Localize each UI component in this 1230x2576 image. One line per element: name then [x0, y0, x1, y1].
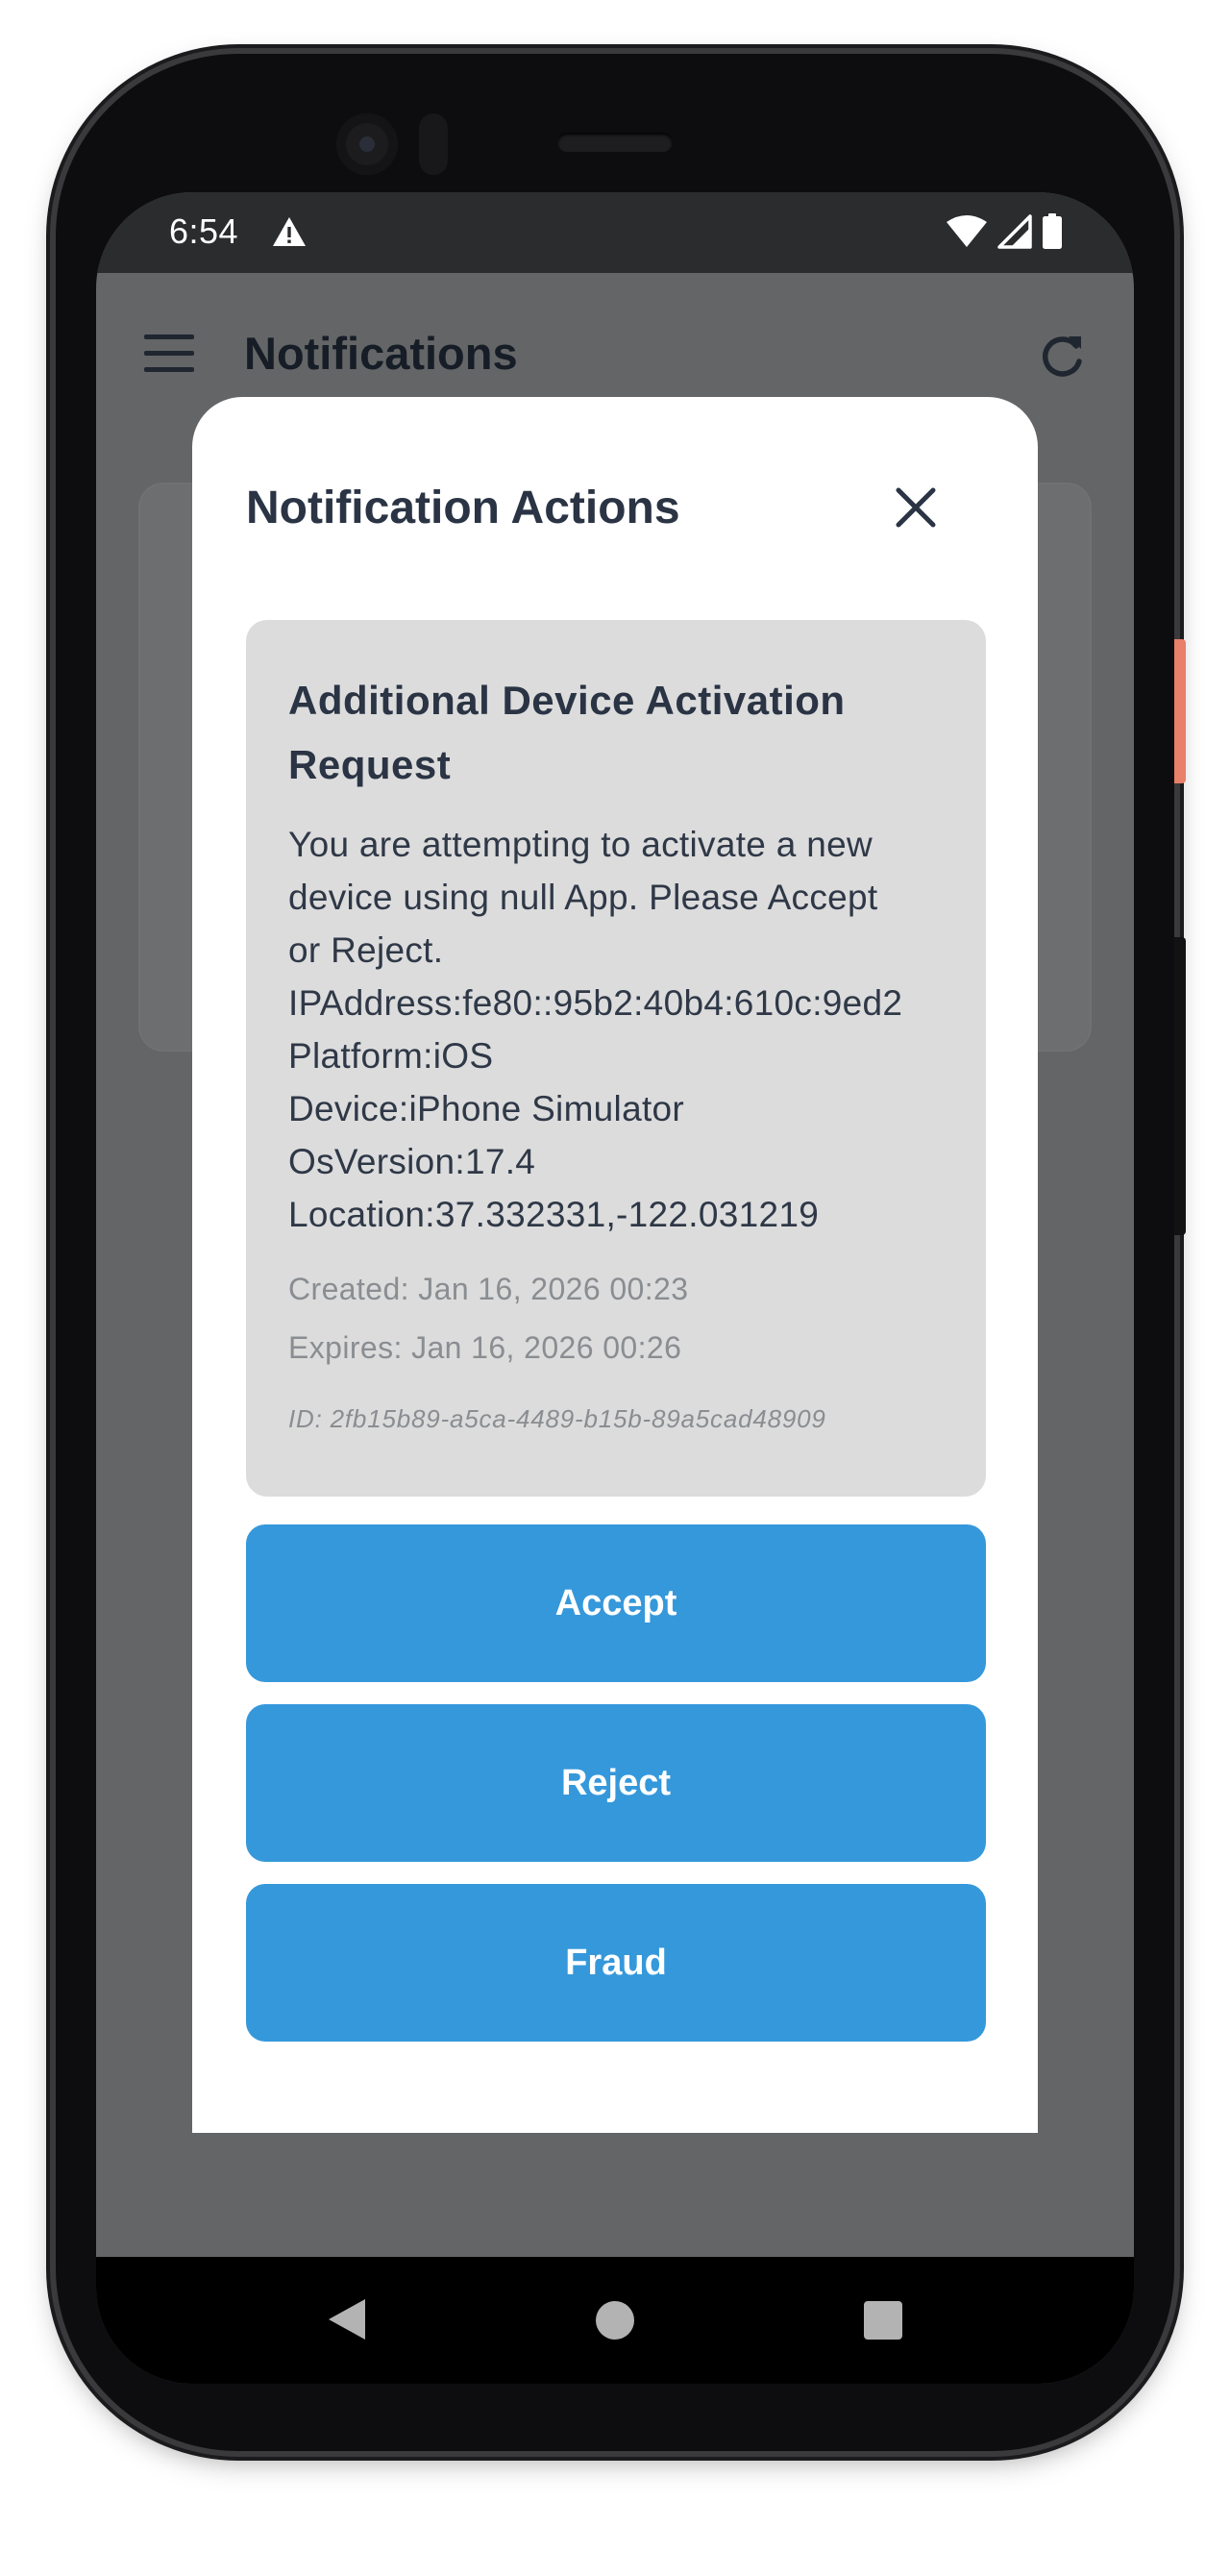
fraud-button[interactable]: Fraud [246, 1884, 986, 2042]
home-icon[interactable] [596, 2301, 634, 2340]
body-line: You are attempting to activate a new [288, 825, 873, 864]
body-line: or Reject. [288, 930, 444, 970]
notification-details-card: Additional Device Activation Request You… [246, 620, 986, 1497]
warning-icon [273, 217, 306, 246]
status-bar: 6:54 [96, 192, 1134, 273]
close-icon[interactable] [894, 485, 938, 530]
notification-body: You are attempting to activate a new dev… [288, 818, 944, 1241]
cellular-signal-icon [997, 214, 1032, 249]
back-icon[interactable] [327, 2297, 367, 2341]
earpiece-speaker [557, 133, 673, 152]
status-time: 6:54 [169, 211, 239, 251]
body-line-os-version: OsVersion:17.4 [288, 1142, 536, 1181]
refresh-icon[interactable] [1038, 333, 1086, 381]
power-button [1174, 639, 1186, 783]
recent-apps-icon[interactable] [864, 2301, 902, 2340]
notification-title: Additional Device Activation Request [288, 678, 846, 787]
body-line-location: Location:37.332331,-122.031219 [288, 1195, 820, 1234]
reject-button[interactable]: Reject [246, 1704, 986, 1862]
status-icons [946, 213, 1063, 250]
device-screen: 6:54 Notifications Notification Actions … [96, 192, 1134, 2384]
menu-icon[interactable] [144, 334, 194, 373]
modal-title: Notification Actions [246, 483, 680, 533]
proximity-sensor [419, 113, 448, 175]
front-camera [336, 113, 398, 175]
wifi-icon [947, 215, 987, 247]
system-nav-bar [96, 2257, 1134, 2384]
body-line-platform: Platform:iOS [288, 1036, 494, 1076]
body-line-ip-address: IPAddress:fe80::95b2:40b4:610c:9ed2 [288, 983, 903, 1023]
battery-icon [1043, 213, 1062, 249]
body-line: device using null App. Please Accept [288, 878, 878, 917]
notification-id: ID: 2fb15b89-a5ca-4489-b15b-89a5cad48909 [288, 1404, 826, 1433]
created-timestamp: Created: Jan 16, 2026 00:23 [288, 1272, 689, 1306]
page-title: Notifications [244, 328, 518, 379]
expires-timestamp: Expires: Jan 16, 2026 00:26 [288, 1330, 682, 1365]
notification-actions-modal: Notification Actions Additional Device A… [192, 397, 1038, 2133]
accept-button[interactable]: Accept [246, 1524, 986, 1682]
volume-button [1174, 937, 1186, 1235]
body-line-device: Device:iPhone Simulator [288, 1089, 685, 1128]
